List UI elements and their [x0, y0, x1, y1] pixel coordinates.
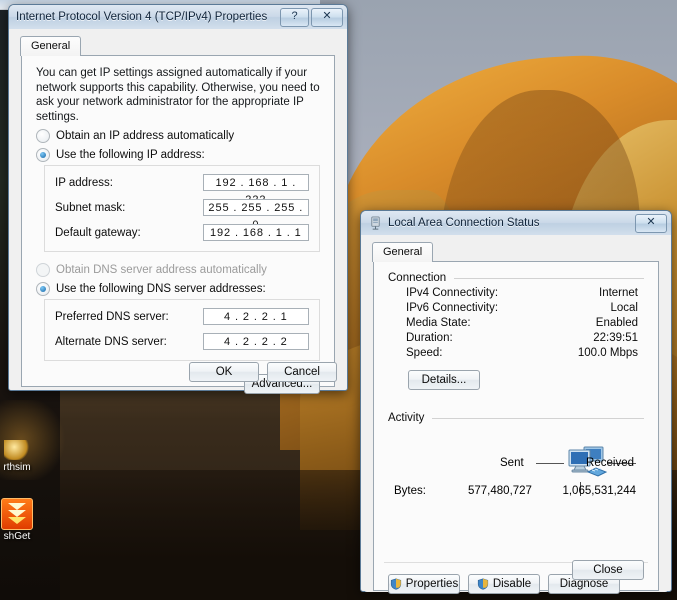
status-row-label: IPv6 Connectivity: — [406, 302, 499, 314]
connection-section: Connection IPv4 Connectivity: Internet I… — [388, 272, 644, 390]
dns-server-group: Preferred DNS server: 4 . 2 . 2 . 1 Alte… — [44, 299, 320, 361]
radio-obtain-dns-automatically[interactable]: Obtain DNS server address automatically — [36, 263, 334, 277]
desktop-icon-label: rthsim — [3, 462, 31, 473]
status-row-value: 22:39:51 — [593, 332, 638, 344]
radio-button-selected-icon[interactable] — [36, 148, 50, 162]
field-subnet-mask: Subnet mask: 255 . 255 . 255 . 0 — [55, 199, 309, 231]
status-row: Media State: Enabled — [406, 317, 644, 329]
ipv4-window-body: General You can get IP settings assigned… — [12, 29, 344, 394]
status-row: IPv6 Connectivity: Local — [406, 302, 644, 314]
field-label: Subnet mask: — [55, 201, 126, 214]
activity-dash-left — [536, 463, 564, 464]
ipv4-caption-buttons: ? ✕ — [280, 7, 343, 27]
status-row-label: Duration: — [406, 332, 453, 344]
bytes-label: Bytes: — [394, 485, 426, 497]
ipv4-tab-page: You can get IP settings assigned automat… — [21, 55, 335, 394]
activity-section: Activity — [388, 412, 644, 424]
status-tab-page: Connection IPv4 Connectivity: Internet I… — [373, 261, 659, 594]
status-row-label: IPv4 Connectivity: — [406, 287, 499, 299]
ipv4-tabstrip: General — [12, 29, 344, 56]
connection-heading: Connection — [388, 272, 644, 284]
field-preferred-dns: Preferred DNS server: 4 . 2 . 2 . 1 — [55, 308, 309, 325]
radio-label: Obtain an IP address automatically — [56, 130, 235, 142]
status-titlebar[interactable]: Local Area Connection Status ✕ — [361, 211, 671, 235]
status-row-label: Speed: — [406, 347, 443, 359]
subnet-mask-input[interactable]: 255 . 255 . 255 . 0 — [202, 199, 309, 231]
status-caption-buttons: ✕ — [635, 213, 667, 233]
desktop-icon-flashget[interactable]: shGet — [0, 498, 48, 542]
status-window-frame: Local Area Connection Status ✕ — [361, 211, 671, 235]
ipv4-titlebar[interactable]: Internet Protocol Version 4 (TCP/IPv4) P… — [9, 5, 347, 29]
ip-address-group: IP address: 192 . 168 . 1 . 222 Subnet m… — [44, 165, 320, 252]
radio-use-following-dns[interactable]: Use the following DNS server addresses: — [36, 282, 334, 296]
desktop-icon-label: shGet — [3, 531, 31, 542]
preferred-dns-input[interactable]: 4 . 2 . 2 . 1 — [202, 308, 309, 325]
status-row-value: Local — [610, 302, 639, 314]
disable-button[interactable]: Disable — [468, 574, 540, 594]
shield-icon — [390, 578, 401, 590]
ipv4-footer-buttons: OK Cancel — [189, 362, 337, 382]
bytes-sent-value: 577,480,727 — [468, 485, 532, 497]
tab-general[interactable]: General — [372, 242, 434, 262]
radio-label: Obtain DNS server address automatically — [56, 264, 267, 276]
properties-button-label: Properties — [405, 578, 459, 590]
ok-button[interactable]: OK — [189, 362, 259, 382]
shield-icon — [477, 578, 488, 590]
properties-button[interactable]: Properties — [388, 574, 460, 594]
close-icon[interactable]: ✕ — [311, 7, 343, 27]
radio-button-selected-icon[interactable] — [36, 282, 50, 296]
radio-use-following-ip[interactable]: Use the following IP address: — [36, 148, 334, 162]
section-divider — [432, 417, 644, 419]
received-label: Received — [586, 457, 634, 469]
close-button[interactable]: Close — [572, 560, 644, 580]
status-row: IPv4 Connectivity: Internet — [406, 287, 644, 299]
activity-heading: Activity — [388, 412, 644, 424]
field-label: Preferred DNS server: — [55, 310, 169, 323]
flashget-icon — [1, 498, 33, 530]
ipv4-window-title: Internet Protocol Version 4 (TCP/IPv4) P… — [16, 11, 268, 23]
status-row: Speed: 100.0 Mbps — [406, 347, 644, 359]
network-adapter-icon — [371, 215, 380, 230]
ipv4-intro-text: You can get IP settings assigned automat… — [36, 67, 320, 123]
alternate-dns-input[interactable]: 4 . 2 . 2 . 2 — [202, 333, 309, 350]
ipv4-properties-dialog: Internet Protocol Version 4 (TCP/IPv4) P… — [8, 4, 348, 394]
status-row-value: 100.0 Mbps — [577, 347, 638, 359]
status-window-title: Local Area Connection Status — [388, 217, 540, 229]
activity-content: Sent Received Bytes: 577,480,727 1,065,5… — [388, 430, 644, 508]
radio-obtain-ip-automatically[interactable]: Obtain an IP address automatically — [36, 129, 334, 143]
bytes-received-value: 1,065,531,244 — [562, 485, 636, 497]
connection-heading-text: Connection — [388, 272, 447, 284]
radio-label: Use the following DNS server addresses: — [56, 283, 266, 295]
default-gateway-input[interactable]: 192 . 168 . 1 . 1 — [202, 224, 309, 241]
section-divider — [454, 277, 644, 279]
radio-button-icon[interactable] — [36, 263, 50, 277]
disable-button-label: Disable — [492, 578, 532, 590]
field-label: Alternate DNS server: — [55, 335, 167, 348]
cancel-button[interactable]: Cancel — [267, 362, 337, 382]
desktop-icon-earthsim[interactable]: rthsim — [0, 440, 48, 473]
status-row-label: Media State: — [406, 317, 471, 329]
sent-label: Sent — [500, 457, 524, 469]
status-tabstrip: General — [364, 235, 668, 262]
help-icon[interactable]: ? — [280, 7, 309, 27]
status-row: Duration: 22:39:51 — [406, 332, 644, 344]
status-row-value: Internet — [599, 287, 638, 299]
field-ip-address: IP address: 192 . 168 . 1 . 222 — [55, 174, 309, 206]
radio-button-icon[interactable] — [36, 129, 50, 143]
tab-general[interactable]: General — [20, 36, 82, 56]
ipv4-window-frame: Internet Protocol Version 4 (TCP/IPv4) P… — [9, 5, 347, 29]
field-alternate-dns: Alternate DNS server: 4 . 2 . 2 . 2 — [55, 333, 309, 350]
field-label: IP address: — [55, 176, 113, 189]
field-label: Default gateway: — [55, 226, 141, 239]
radio-label: Use the following IP address: — [56, 149, 205, 161]
earth-icon — [4, 440, 30, 460]
activity-heading-text: Activity — [388, 412, 425, 424]
status-window-body: General Connection IPv4 Connectivity: In… — [364, 235, 668, 594]
close-icon[interactable]: ✕ — [635, 213, 667, 233]
details-button[interactable]: Details... — [408, 370, 480, 390]
ip-address-input[interactable]: 192 . 168 . 1 . 222 — [202, 174, 309, 206]
local-area-connection-status-dialog: Local Area Connection Status ✕ General C… — [360, 210, 672, 594]
status-row-value: Enabled — [595, 317, 638, 329]
field-default-gateway: Default gateway: 192 . 168 . 1 . 1 — [55, 224, 309, 241]
